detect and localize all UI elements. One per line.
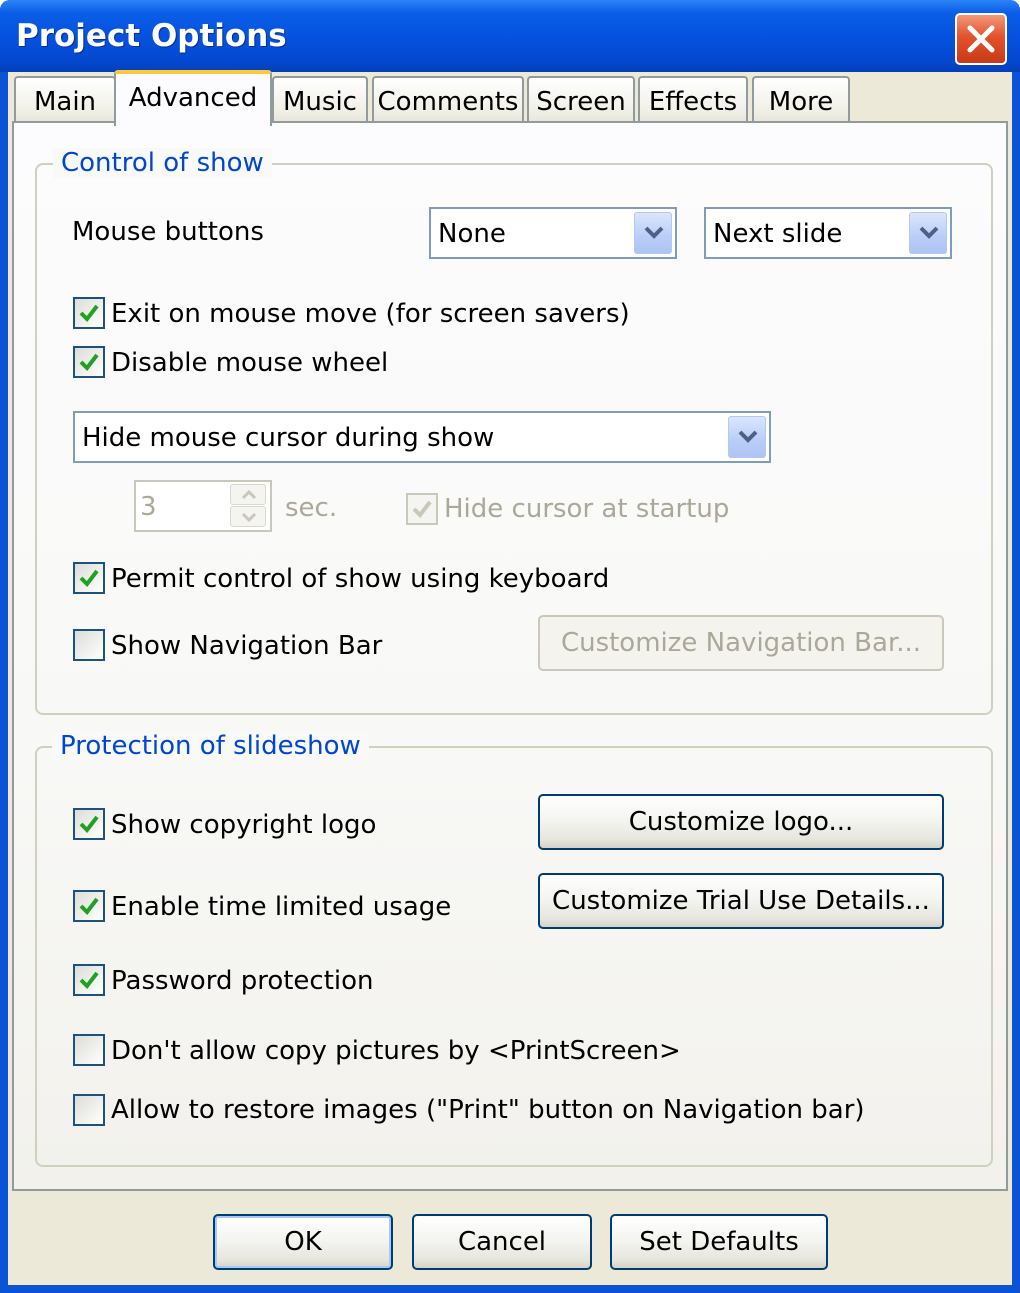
tab-main[interactable]: Main — [14, 76, 116, 126]
password-protection-checkbox[interactable] — [73, 964, 105, 996]
cursor-seconds-spinner[interactable]: 3 — [134, 480, 272, 532]
checkmark-icon — [412, 500, 432, 519]
cursor-mode-select[interactable]: Hide mouse cursor during show — [73, 411, 771, 463]
permit-keyboard-checkbox[interactable] — [73, 562, 105, 594]
close-icon — [967, 25, 995, 53]
checkmark-icon — [79, 815, 99, 834]
show-copyright-logo-label: Show copyright logo — [111, 810, 377, 840]
tab-label: Comments — [377, 87, 519, 117]
enable-time-limited-label: Enable time limited usage — [111, 892, 452, 922]
show-navigation-bar-checkbox[interactable] — [73, 629, 105, 661]
chevron-down-icon — [919, 226, 939, 239]
show-navigation-bar-label: Show Navigation Bar — [111, 631, 383, 661]
dropdown-button[interactable] — [909, 212, 947, 254]
checkmark-icon — [79, 569, 99, 588]
ok-button[interactable]: OK — [213, 1214, 393, 1270]
cancel-button[interactable]: Cancel — [412, 1214, 592, 1270]
password-protection-label: Password protection — [111, 966, 374, 996]
mouse-right-button-select[interactable]: Next slide — [704, 207, 952, 259]
checkmark-icon — [79, 971, 99, 990]
select-value: Hide mouse cursor during show — [82, 423, 495, 453]
customize-logo-button[interactable]: Customize logo... — [538, 794, 944, 850]
spin-down-button[interactable] — [230, 506, 266, 527]
tab-label: Advanced — [128, 83, 258, 113]
window-title: Project Options — [16, 18, 287, 54]
mouse-left-button-select[interactable]: None — [429, 207, 677, 259]
tab-label: Music — [283, 87, 357, 117]
tab-screen[interactable]: Screen — [527, 76, 635, 126]
permit-keyboard-label: Permit control of show using keyboard — [111, 564, 610, 594]
select-value: None — [438, 219, 506, 249]
allow-restore-images-label: Allow to restore images ("Print" button … — [111, 1095, 865, 1125]
chevron-down-icon — [738, 430, 758, 443]
protection-group-title: Protection of slideshow — [52, 731, 369, 761]
advanced-tab-panel: Control of show Mouse buttons None Next … — [12, 121, 1008, 1191]
exit-on-mouse-move-checkbox[interactable] — [73, 297, 105, 329]
exit-on-mouse-move-label: Exit on mouse move (for screen savers) — [111, 299, 630, 329]
arrow-up-icon — [241, 490, 257, 500]
close-button[interactable] — [955, 13, 1007, 65]
tab-label: Screen — [536, 87, 626, 117]
dropdown-button[interactable] — [728, 416, 766, 458]
disable-mouse-wheel-label: Disable mouse wheel — [111, 348, 389, 378]
customize-trial-button[interactable]: Customize Trial Use Details... — [538, 873, 944, 929]
mouse-buttons-label: Mouse buttons — [72, 217, 264, 247]
select-value: Next slide — [713, 219, 843, 249]
seconds-unit-label: sec. — [285, 493, 338, 523]
tab-label: Main — [33, 87, 97, 117]
hide-cursor-at-startup-checkbox[interactable] — [406, 493, 438, 525]
checkmark-icon — [79, 897, 99, 916]
tab-more[interactable]: More — [752, 76, 850, 126]
checkmark-icon — [79, 304, 99, 323]
tab-label: Effects — [648, 87, 738, 117]
hide-cursor-at-startup-label: Hide cursor at startup — [444, 494, 730, 524]
customize-navigation-bar-button[interactable]: Customize Navigation Bar... — [538, 615, 944, 671]
control-of-show-title: Control of show — [53, 148, 272, 178]
spinner-value: 3 — [140, 492, 157, 522]
no-printscreen-checkbox[interactable] — [73, 1034, 105, 1066]
allow-restore-images-checkbox[interactable] — [73, 1094, 105, 1126]
title-bar[interactable]: Project Options — [0, 0, 1020, 72]
tab-advanced[interactable]: Advanced — [114, 70, 272, 126]
arrow-down-icon — [241, 512, 257, 522]
enable-time-limited-checkbox[interactable] — [73, 890, 105, 922]
tab-music[interactable]: Music — [272, 76, 368, 126]
spin-up-button[interactable] — [230, 484, 266, 505]
dropdown-button[interactable] — [634, 212, 672, 254]
disable-mouse-wheel-checkbox[interactable] — [73, 346, 105, 378]
tab-comments[interactable]: Comments — [372, 76, 524, 126]
tab-label: More — [768, 87, 834, 117]
tab-effects[interactable]: Effects — [638, 76, 748, 126]
checkmark-icon — [79, 353, 99, 372]
show-copyright-logo-checkbox[interactable] — [73, 808, 105, 840]
chevron-down-icon — [644, 226, 664, 239]
set-defaults-button[interactable]: Set Defaults — [610, 1214, 828, 1270]
no-printscreen-label: Don't allow copy pictures by <PrintScree… — [111, 1036, 681, 1066]
